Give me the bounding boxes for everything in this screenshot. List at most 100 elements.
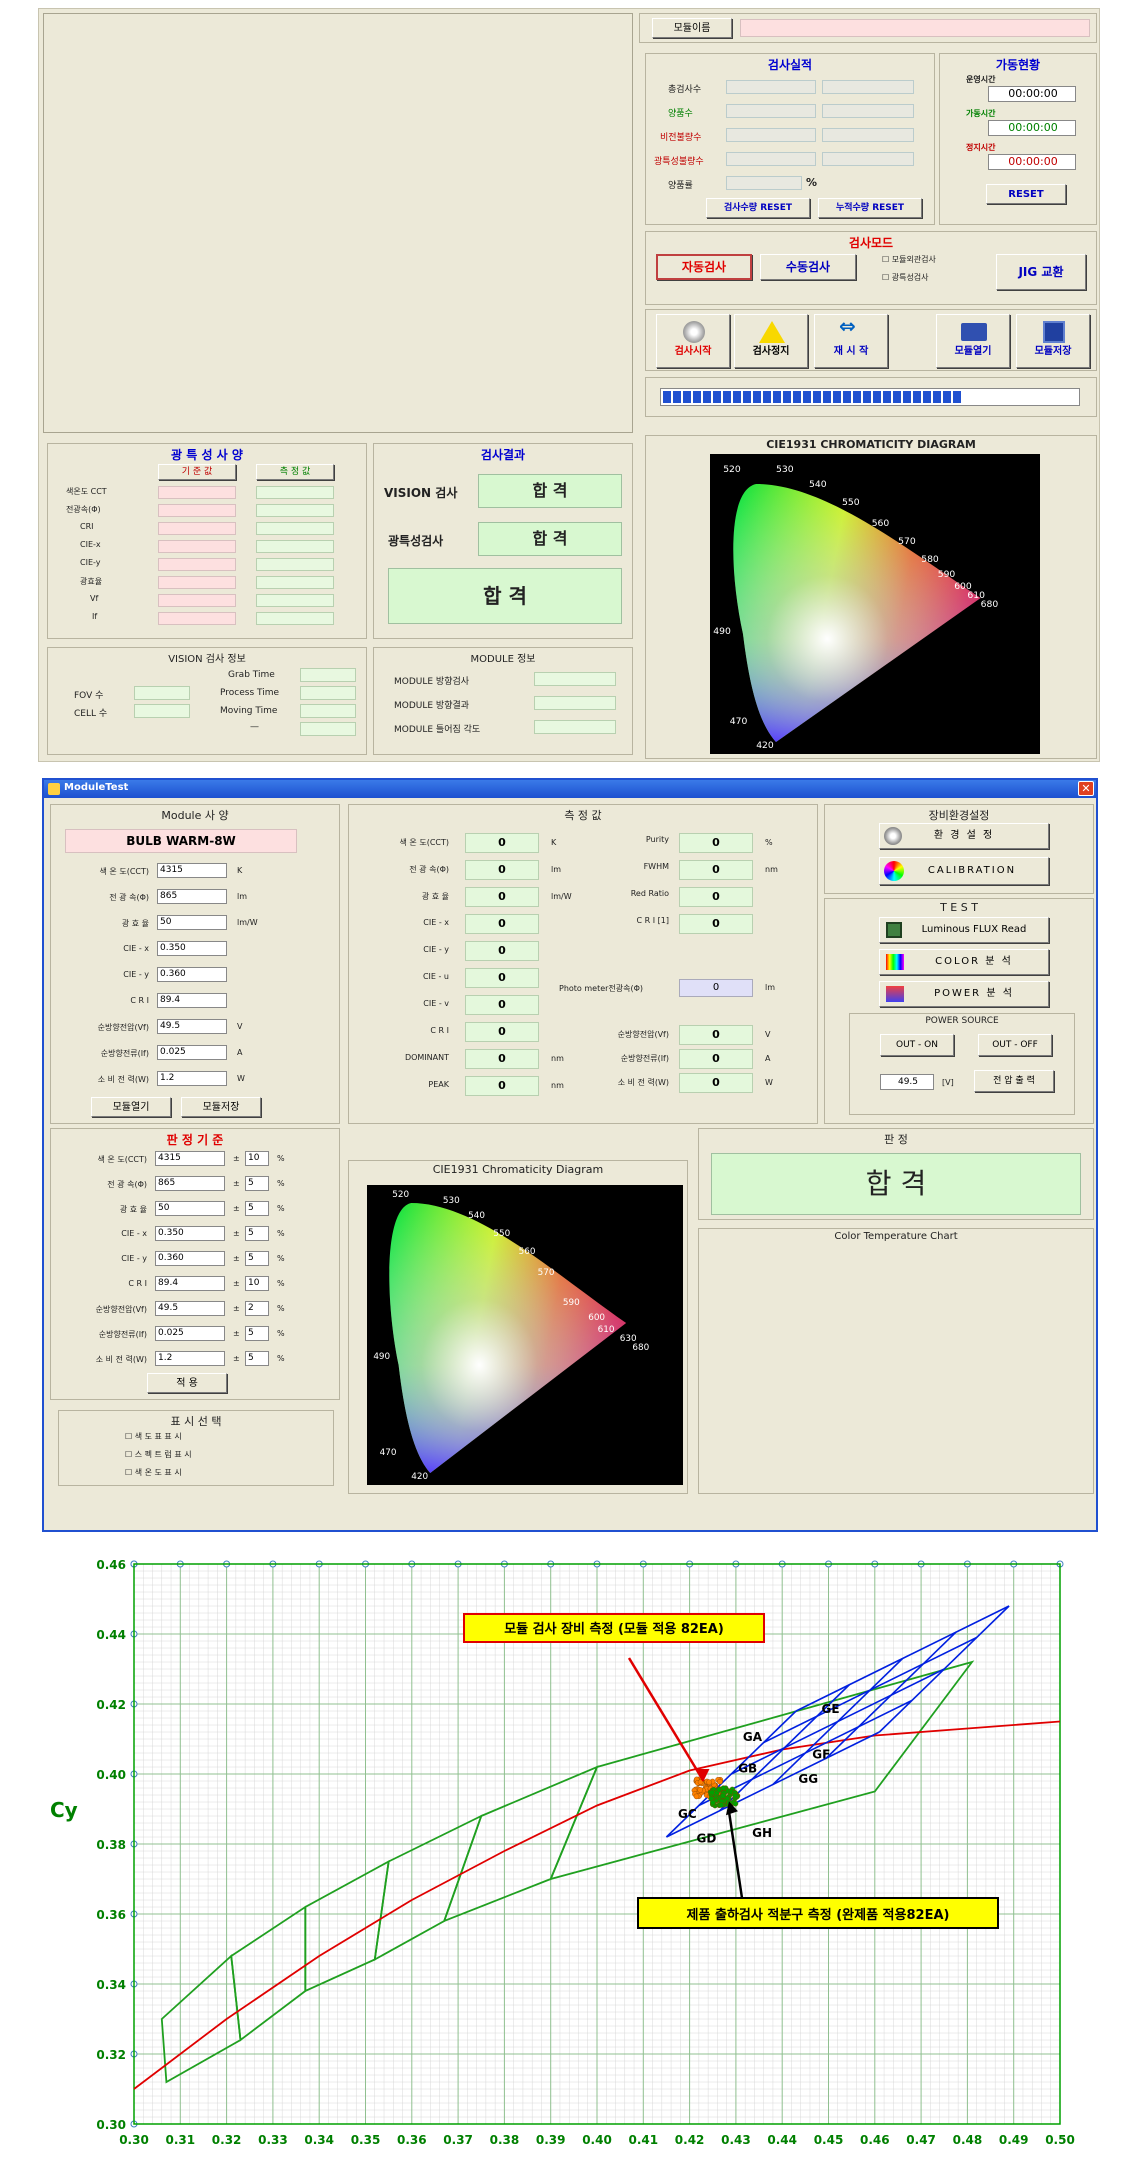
start-button[interactable]: 검사시작 [656,314,730,368]
plus-minus: ± [233,1279,240,1288]
ref-field [158,576,236,589]
judge-value[interactable]: 0.360 [155,1251,225,1266]
open-module-button[interactable]: 모듈열기 [936,314,1010,368]
x-tick-label: 0.45 [814,2133,844,2147]
color-analysis-button[interactable]: COLOR 분 석 [879,949,1049,975]
judge-value[interactable]: 0.350 [155,1226,225,1241]
display-option[interactable]: ☐ 스 펙 트 럼 표 시 [125,1449,192,1460]
spec-value[interactable]: 0.360 [157,967,227,982]
y-tick-label: 0.32 [96,2048,126,2062]
judge-tolerance[interactable]: 5 [245,1226,269,1241]
open-module-button[interactable]: 모듈열기 [91,1097,171,1117]
restart-button[interactable]: ⇔ 재 시 작 [814,314,888,368]
color-temp-chart-title: Color Temperature Chart [834,1231,958,1242]
spec-value[interactable]: 865 [157,889,227,904]
meas-label: CIE - v [423,999,449,1008]
out-off-button[interactable]: OUT - OFF [978,1034,1052,1056]
env-settings-label: 환 경 설 정 [933,830,995,841]
x-tick-label: 0.32 [212,2133,242,2147]
judge-value[interactable]: 0.025 [155,1326,225,1341]
run-time-value: 00:00:00 [988,86,1076,102]
manual-mode-button[interactable]: 수동검사 [760,254,856,280]
ref-field [158,612,236,625]
module-name-field[interactable] [740,19,1090,37]
stop-label: 검사정지 [752,346,790,357]
svg-text:600: 600 [588,1313,605,1323]
judge-tolerance[interactable]: 5 [245,1326,269,1341]
ref-value-header: 기 준 값 [158,464,236,480]
power-analysis-button[interactable]: POWER 분 석 [879,981,1049,1007]
meas-field [256,522,334,535]
judge-value[interactable]: 49.5 [155,1301,225,1316]
reset-accum-button[interactable]: 누적수량 RESET [818,198,922,218]
judge-tolerance[interactable]: 10 [245,1276,269,1291]
env-settings-button[interactable]: 환 경 설 정 [879,823,1049,849]
auto-mode-button[interactable]: 자동검사 [656,254,752,280]
data-point [732,1792,739,1799]
percent-label: % [806,176,818,189]
x-tick-label: 0.40 [582,2133,612,2147]
judge-tolerance[interactable]: 5 [245,1351,269,1366]
save-module-button[interactable]: 모듈저장 [181,1097,261,1117]
reset-count-button[interactable]: 검사수량 RESET [706,198,810,218]
spec-unit: lm [237,892,248,901]
y-tick-label: 0.44 [96,1628,126,1642]
spec-value[interactable]: 4315 [157,863,227,878]
meas-field [256,504,334,517]
module-spec-title: Module 사 양 [161,809,229,822]
inspection-mode-title: 검사모드 [848,236,894,250]
measured-values-title: 측 정 값 [564,809,602,822]
judge-tolerance[interactable]: 5 [245,1176,269,1191]
verdict-title: 검사결과 [480,448,526,462]
save-module-button[interactable]: 모듈저장 [1016,314,1090,368]
open-module-label: 모듈열기 [954,346,992,357]
jig-change-button[interactable]: JIG 교환 [996,254,1086,290]
exterior-check[interactable]: ☐ 모듈외관검사 [882,254,936,265]
svg-text:580: 580 [921,555,939,565]
module-info-field [534,696,616,710]
spec-value[interactable]: 89.4 [157,993,227,1008]
spec-row-label: 전광속(Φ) [66,505,101,514]
judge-value[interactable]: 89.4 [155,1276,225,1291]
spec-row-label: Vf [90,594,99,603]
reset-button[interactable]: RESET [986,184,1066,204]
judge-tolerance[interactable]: 5 [245,1201,269,1216]
luminous-flux-button[interactable]: Luminous FLUX Read [879,917,1049,943]
judge-label: 순방향전압(Vf) [95,1305,147,1314]
spec-value[interactable]: 0.025 [157,1045,227,1060]
camera-view [43,13,633,433]
judge-value[interactable]: 50 [155,1201,225,1216]
display-option[interactable]: ☐ 색 도 표 표 시 [125,1431,182,1442]
cell-field [134,704,190,718]
spec-value[interactable]: 49.5 [157,1019,227,1034]
data-point [720,1793,726,1799]
meas-value: 0 [679,1025,753,1045]
power-analysis-label: POWER 분 석 [934,988,1014,999]
voltage-input[interactable]: 49.5 [880,1074,934,1090]
meas-unit: nm [551,1054,564,1063]
stop-button[interactable]: 검사정지 [734,314,808,368]
count-field [822,128,914,142]
svg-text:590: 590 [563,1298,580,1308]
display-option[interactable]: ☐ 색 온 도 표 시 [125,1467,182,1478]
close-icon[interactable]: ✕ [1078,781,1094,796]
spec-value[interactable]: 0.350 [157,941,227,956]
y-tick-label: 0.46 [96,1558,126,1572]
voltage-output-button[interactable]: 전 압 출 력 [974,1070,1054,1092]
spec-value[interactable]: 50 [157,915,227,930]
judge-value[interactable]: 4315 [155,1151,225,1166]
count-label: 비전불량수 [660,133,702,143]
bin-label: GA [743,1730,763,1744]
out-on-button[interactable]: OUT - ON [880,1034,954,1056]
judge-tolerance[interactable]: 2 [245,1301,269,1316]
calibration-button[interactable]: CALIBRATION [879,857,1049,885]
judge-tolerance[interactable]: 5 [245,1251,269,1266]
data-point [718,1802,725,1808]
optical-check[interactable]: ☐ 광특성검사 [882,272,929,283]
spec-value[interactable]: 1.2 [157,1071,227,1086]
apply-button[interactable]: 적 용 [147,1373,227,1393]
meas-field [256,594,334,607]
judge-value[interactable]: 1.2 [155,1351,225,1366]
judge-tolerance[interactable]: 10 [245,1151,269,1166]
judge-value[interactable]: 865 [155,1176,225,1191]
